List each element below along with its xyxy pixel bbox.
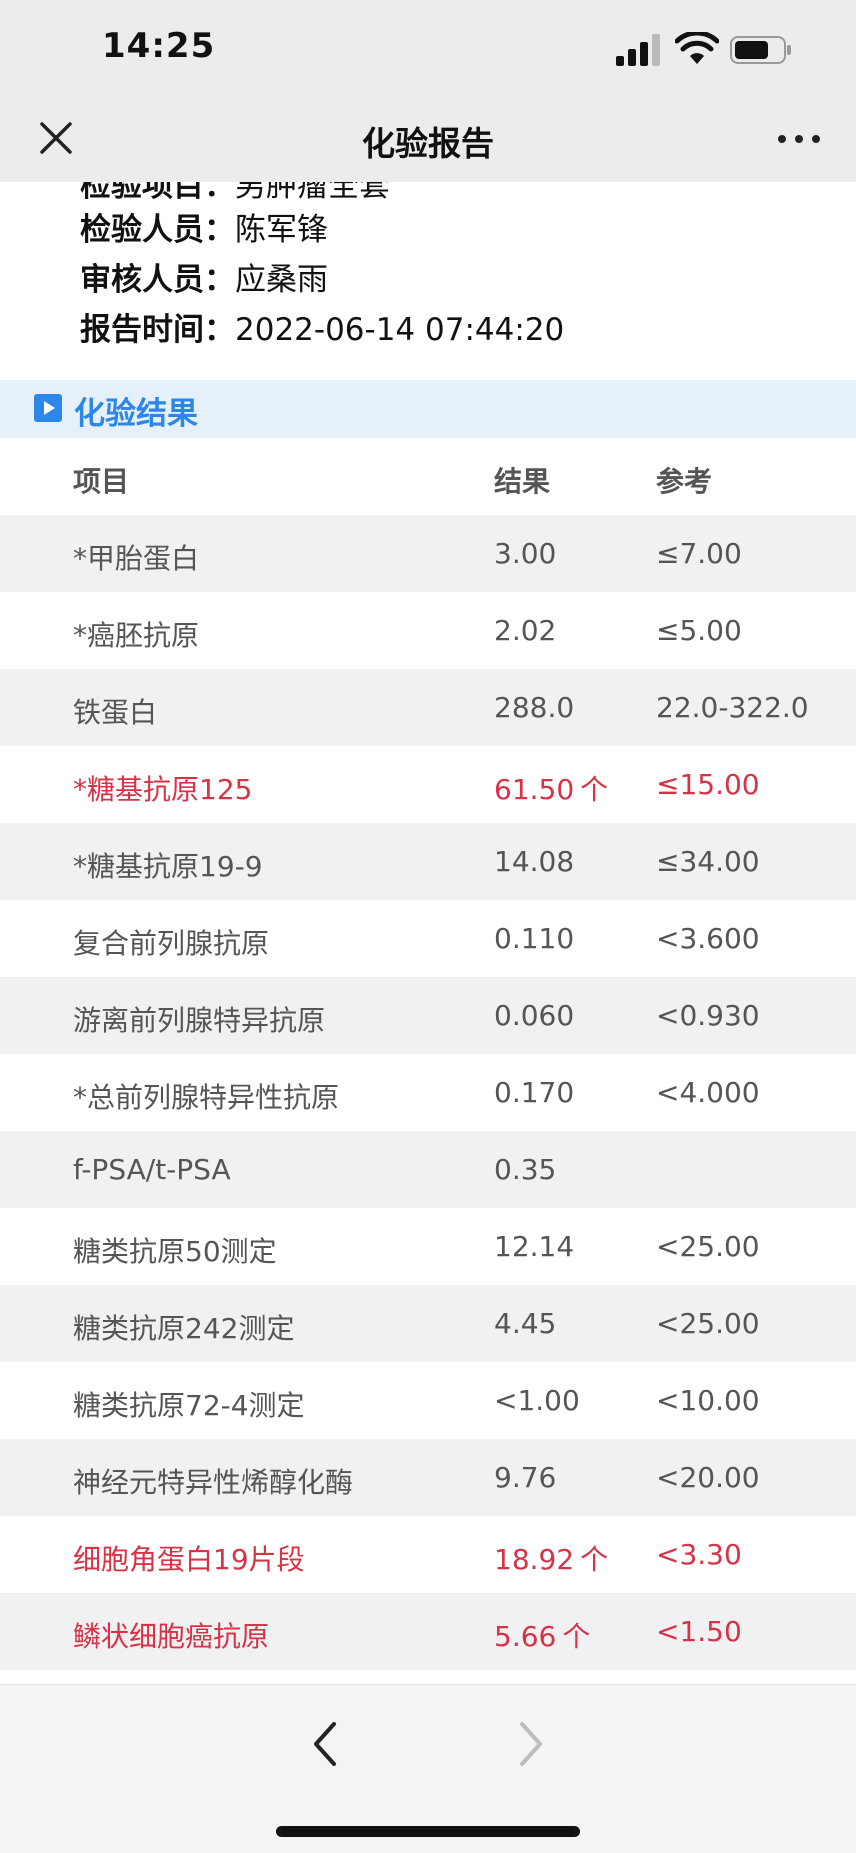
info-value: 男肿瘤全套 xyxy=(235,182,390,204)
info-examiner: 检验人员：陈军锋 xyxy=(80,204,328,249)
section-header: 化验结果 xyxy=(0,380,856,438)
cell-item-name: *糖基抗原125 xyxy=(73,773,253,806)
cell-result: 9.76 xyxy=(494,1461,557,1494)
abnormal-flag: 个 xyxy=(580,773,609,806)
cell-item-name: *甲胎蛋白 xyxy=(73,542,200,575)
cell-item-name: 糖类抗原72-4测定 xyxy=(73,1389,305,1422)
info-exam-item: 检验项目：男肿瘤全套 xyxy=(80,182,390,205)
table-row: *糖基抗原125 61.50 个 ≤15.00 xyxy=(0,746,856,823)
abnormal-flag: 个 xyxy=(580,1543,609,1576)
cell-result: 0.060 xyxy=(494,999,575,1032)
cell-result: 0.110 xyxy=(494,922,575,955)
cell-reference: ≤7.00 xyxy=(656,537,742,570)
cell-item-name: 游离前列腺特异抗原 xyxy=(73,1004,326,1037)
info-value: 陈军锋 xyxy=(235,212,328,248)
table-row: 糖类抗原50测定 12.14 <25.00 xyxy=(0,1208,856,1285)
info-value: 2022-06-14 07:44:20 xyxy=(235,312,565,348)
cell-result: 14.08 xyxy=(494,845,575,878)
cell-result: <1.00 xyxy=(494,1384,580,1417)
table-row: 细胞角蛋白19片段 18.92 个 <3.30 xyxy=(0,1516,856,1593)
table-row: 铁蛋白 288.0 22.0-322.0 xyxy=(0,669,856,746)
column-header-reference: 参考 xyxy=(656,465,713,498)
battery-icon xyxy=(730,36,791,64)
table-row: 游离前列腺特异抗原 0.060 <0.930 xyxy=(0,977,856,1054)
cell-result: 3.00 xyxy=(494,537,557,570)
info-label: 报告时间： xyxy=(80,312,235,348)
table-row: 神经元特异性烯醇化酶 9.76 <20.00 xyxy=(0,1439,856,1516)
cell-item-name: 糖类抗原50测定 xyxy=(73,1235,277,1268)
section-title: 化验结果 xyxy=(74,396,198,432)
report-content[interactable]: 检验项目：男肿瘤全套 检验人员：陈军锋 审核人员：应桑雨 报告时间：2022-0… xyxy=(0,182,856,1684)
cell-reference: ≤5.00 xyxy=(656,614,742,647)
cell-reference: <25.00 xyxy=(656,1230,760,1263)
cell-reference: <1.50 xyxy=(656,1615,742,1648)
table-header: 项目 结果 参考 xyxy=(0,438,856,515)
home-indicator xyxy=(276,1826,580,1837)
cell-item-name: 细胞角蛋白19片段 xyxy=(73,1543,305,1576)
table-row: 糖类抗原242测定 4.45 <25.00 xyxy=(0,1285,856,1362)
back-arrow-icon[interactable] xyxy=(304,1716,348,1772)
cell-result: 4.45 xyxy=(494,1307,557,1340)
info-value: 应桑雨 xyxy=(235,262,328,298)
info-label: 检验人员： xyxy=(80,212,235,248)
cell-item-name: 神经元特异性烯醇化酶 xyxy=(73,1466,354,1499)
cell-reference: <3.600 xyxy=(656,922,760,955)
cell-result: 288.0 xyxy=(494,691,575,724)
cell-result: 12.14 xyxy=(494,1230,575,1263)
table-row: *甲胎蛋白 3.00 ≤7.00 xyxy=(0,515,856,592)
table-row: *糖基抗原19-9 14.08 ≤34.00 xyxy=(0,823,856,900)
play-icon xyxy=(34,394,62,422)
table-row: 复合前列腺抗原 0.110 <3.600 xyxy=(0,900,856,977)
cell-item-name: *癌胚抗原 xyxy=(73,619,200,652)
page-title: 化验报告 xyxy=(362,124,494,163)
cell-reference: <20.00 xyxy=(656,1461,760,1494)
cell-item-name: f-PSA/t-PSA xyxy=(73,1153,231,1186)
table-row: f-PSA/t-PSA 0.35 xyxy=(0,1131,856,1208)
cell-reference: ≤34.00 xyxy=(656,845,760,878)
cell-item-name: *总前列腺特异性抗原 xyxy=(73,1081,340,1114)
cell-reference: <3.30 xyxy=(656,1538,742,1571)
cell-result: 5.66 个 xyxy=(494,1615,590,1655)
cell-reference: <4.000 xyxy=(656,1076,760,1109)
cell-reference: <10.00 xyxy=(656,1384,760,1417)
column-header-item: 项目 xyxy=(73,465,130,498)
wifi-icon xyxy=(675,32,719,64)
forward-arrow-icon xyxy=(520,1722,542,1766)
cell-item-name: *糖基抗原19-9 xyxy=(73,850,263,883)
table-row: *癌胚抗原 2.02 ≤5.00 xyxy=(0,592,856,669)
cell-reference: <25.00 xyxy=(656,1307,760,1340)
cell-result: 18.92 个 xyxy=(494,1538,608,1578)
cell-result: 0.170 xyxy=(494,1076,575,1109)
cell-item-name: 铁蛋白 xyxy=(73,696,158,729)
cell-reference: 22.0-322.0 xyxy=(656,691,809,724)
info-report-time: 报告时间：2022-06-14 07:44:20 xyxy=(80,304,564,349)
cell-item-name: 糖类抗原242测定 xyxy=(73,1312,295,1345)
cell-result: 61.50 个 xyxy=(494,768,608,808)
info-label: 审核人员： xyxy=(80,262,235,298)
cell-reference: ≤15.00 xyxy=(656,768,760,801)
cell-item-name: 鳞状细胞癌抗原 xyxy=(73,1620,270,1653)
info-label: 检验项目： xyxy=(80,182,235,204)
abnormal-flag: 个 xyxy=(562,1620,591,1653)
table-row: 鳞状细胞癌抗原 5.66 个 <1.50 xyxy=(0,1593,856,1670)
cell-reference: <0.930 xyxy=(656,999,760,1032)
signal-icon xyxy=(616,34,660,66)
cell-result: 0.35 xyxy=(494,1153,557,1186)
table-row: 糖类抗原72-4测定 <1.00 <10.00 xyxy=(0,1362,856,1439)
info-reviewer: 审核人员：应桑雨 xyxy=(80,254,328,299)
status-time: 14:25 xyxy=(102,26,216,66)
table-row: *总前列腺特异性抗原 0.170 <4.000 xyxy=(0,1054,856,1131)
column-header-result: 结果 xyxy=(494,465,551,498)
cell-item-name: 复合前列腺抗原 xyxy=(73,927,270,960)
more-icon[interactable] xyxy=(774,124,824,154)
cell-result: 2.02 xyxy=(494,614,557,647)
